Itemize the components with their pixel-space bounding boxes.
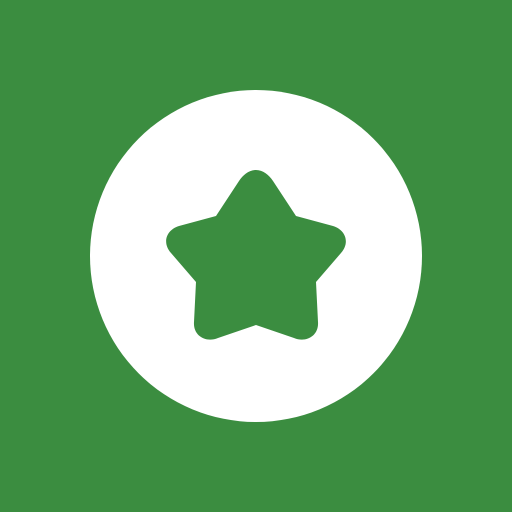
app-icon [0,0,512,512]
app-icon-graphic [0,0,512,512]
